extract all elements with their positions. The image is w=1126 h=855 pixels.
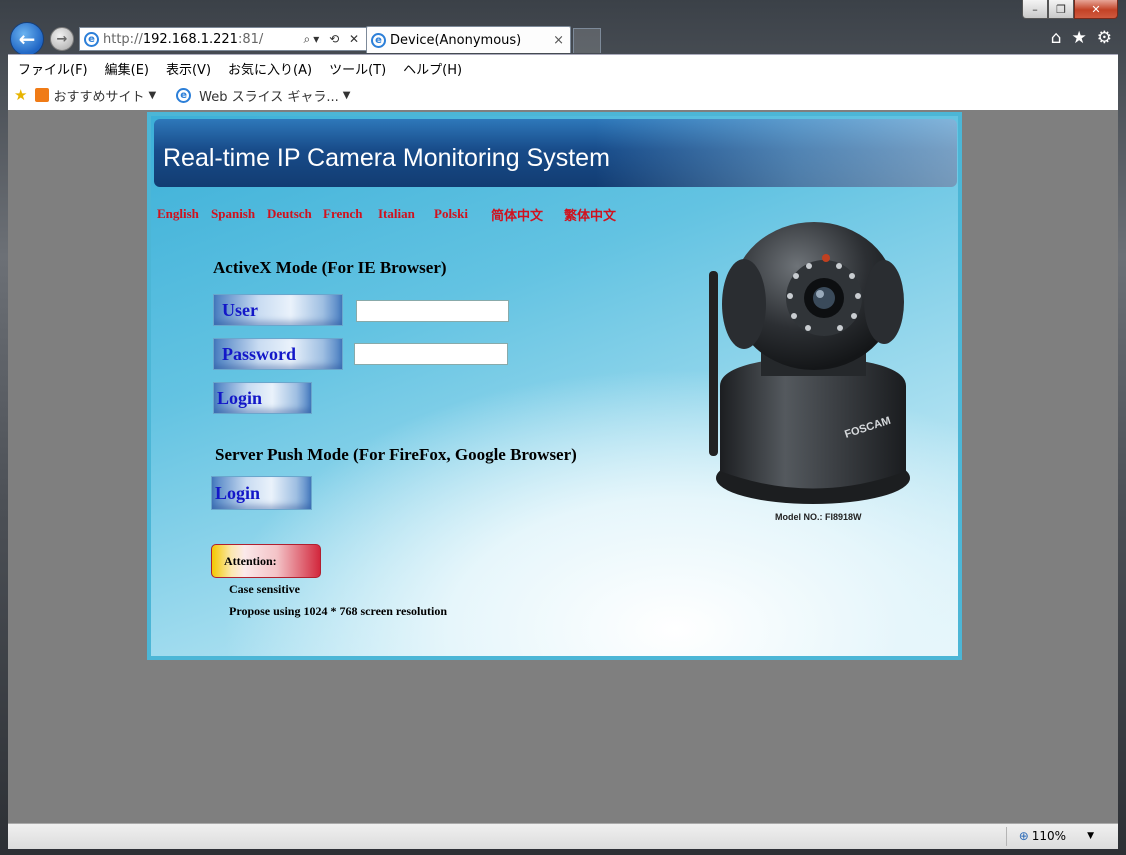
lang-french[interactable]: French: [323, 206, 362, 222]
home-icon[interactable]: ⌂: [1051, 28, 1062, 48]
address-bar[interactable]: e http://192.168.1.221:81/ ⌕▾ ⟲ ✕: [79, 27, 367, 51]
password-input[interactable]: [354, 343, 508, 365]
menu-file[interactable]: ファイル(F): [18, 59, 88, 78]
chevron-down-icon[interactable]: ▼: [148, 90, 156, 101]
serverpush-heading: Server Push Mode (For FireFox, Google Br…: [215, 445, 577, 464]
favorites-star-icon[interactable]: ★: [1072, 28, 1087, 48]
lang-deutsch[interactable]: Deutsch: [267, 206, 312, 222]
camera-model-caption: Model NO.: FI8918W: [775, 512, 862, 522]
favorites-bar: ★ おすすめサイト ▼ e Web スライス ギャラ... ▼: [8, 81, 1118, 109]
gear-icon[interactable]: ⚙: [1097, 28, 1112, 48]
password-label: Password: [213, 338, 343, 370]
lang-italian[interactable]: Italian: [378, 206, 415, 222]
zoom-control[interactable]: ⊕ 110% ▼: [1019, 829, 1094, 843]
attention-badge: Attention:: [211, 544, 321, 578]
menu-help[interactable]: ヘルプ(H): [403, 59, 462, 78]
tab-device[interactable]: e Device(Anonymous) ×: [366, 26, 571, 53]
new-tab-button[interactable]: [573, 28, 601, 53]
activex-heading: ActiveX Mode (For IE Browser): [213, 258, 447, 277]
user-label: User: [213, 294, 343, 326]
zoom-level: 110%: [1031, 829, 1067, 843]
lang-polski[interactable]: Polski: [434, 206, 468, 222]
browser-window: – ❐ ✕ ← → e http://192.168.1.221:81/ ⌕▾ …: [0, 0, 1126, 855]
suggested-sites-icon: [35, 88, 50, 102]
lang-spanish[interactable]: Spanish: [211, 206, 255, 222]
forward-button[interactable]: →: [50, 27, 74, 51]
suggested-sites-link[interactable]: おすすめサイト: [53, 86, 144, 105]
navigation-bar: ← → e http://192.168.1.221:81/ ⌕▾ ⟲ ✕ e …: [8, 22, 1118, 56]
page-title: Real-time IP Camera Monitoring System: [154, 119, 957, 187]
user-input[interactable]: [356, 300, 509, 322]
ie-icon: e: [84, 31, 99, 47]
login-panel: Real-time IP Camera Monitoring System En…: [147, 112, 962, 660]
back-button[interactable]: ←: [10, 22, 44, 56]
activex-login-button[interactable]: Login: [213, 382, 312, 414]
menu-favorites[interactable]: お気に入り(A): [228, 59, 312, 78]
close-window-button[interactable]: ✕: [1074, 0, 1118, 19]
browser-chrome: ファイル(F) 編集(E) 表示(V) お気に入り(A) ツール(T) ヘルプ(…: [8, 54, 1118, 110]
address-scheme: http://: [103, 31, 143, 47]
add-favorite-icon[interactable]: ★: [14, 86, 27, 104]
menu-view[interactable]: 表示(V): [166, 59, 211, 78]
window-controls: – ❐ ✕: [1022, 0, 1118, 19]
lang-english[interactable]: English: [157, 206, 199, 222]
toolbar-icons: ⌂ ★ ⚙: [1051, 28, 1112, 48]
lang-traditional-chinese[interactable]: 繁体中文: [564, 205, 616, 224]
serverpush-login-button[interactable]: Login: [211, 476, 312, 510]
ie-tab-icon: e: [371, 32, 386, 48]
web-slice-icon: e: [176, 87, 192, 103]
menu-bar: ファイル(F) 編集(E) 表示(V) お気に入り(A) ツール(T) ヘルプ(…: [8, 55, 1118, 81]
back-arrow-icon: ←: [18, 27, 36, 51]
web-slice-gallery-link[interactable]: Web スライス ギャラ...: [199, 86, 339, 105]
lang-simplified-chinese[interactable]: 简体中文: [491, 205, 543, 224]
status-bar: ⊕ 110% ▼: [8, 823, 1118, 849]
tab-close-icon[interactable]: ×: [553, 33, 564, 48]
camera-image: FOSCAM: [709, 222, 910, 504]
address-actions[interactable]: ⌕▾ ⟲ ✕: [304, 32, 366, 47]
note-resolution: Propose using 1024 * 768 screen resoluti…: [229, 604, 448, 618]
page-viewport: Real-time IP Camera Monitoring System En…: [8, 110, 1118, 823]
menu-tools[interactable]: ツール(T): [329, 59, 386, 78]
chevron-down-icon[interactable]: ▼: [1087, 831, 1094, 841]
status-divider: [1006, 827, 1007, 846]
note-case-sensitive: Case sensitive: [229, 582, 300, 596]
minimize-button[interactable]: –: [1022, 0, 1048, 19]
menu-edit[interactable]: 編集(E): [105, 59, 149, 78]
zoom-icon: ⊕: [1018, 829, 1029, 843]
tab-title: Device(Anonymous): [390, 32, 522, 48]
address-port: :81/: [237, 31, 264, 47]
restore-button[interactable]: ❐: [1048, 0, 1074, 19]
forward-arrow-icon: →: [56, 31, 68, 47]
chevron-down-icon[interactable]: ▼: [343, 90, 351, 101]
address-host: 192.168.1.221: [142, 31, 238, 47]
